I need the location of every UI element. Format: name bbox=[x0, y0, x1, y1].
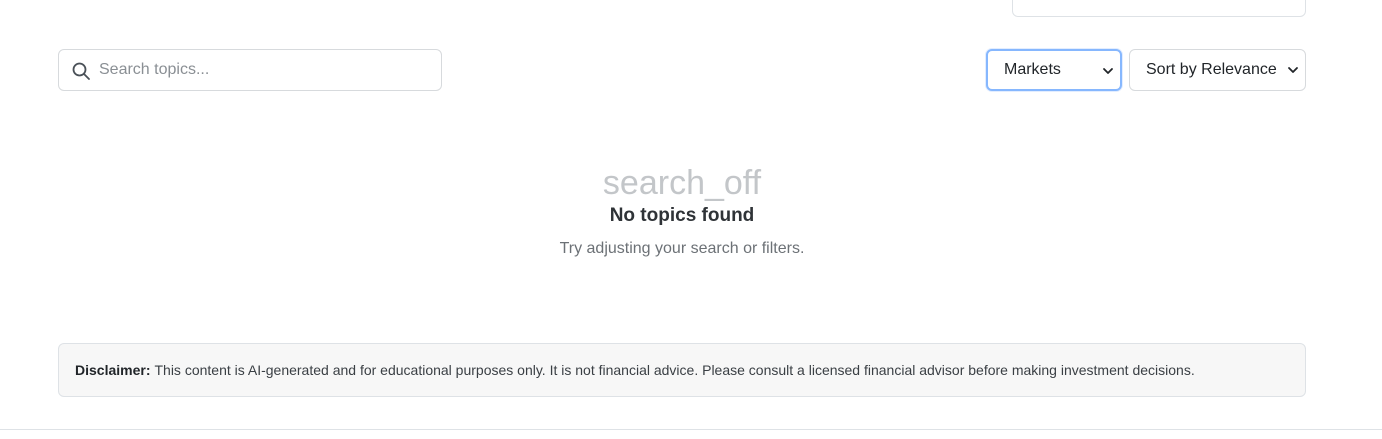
chevron-down-icon bbox=[1103, 68, 1113, 74]
empty-state-subtitle: Try adjusting your search or filters. bbox=[559, 240, 805, 257]
page: Markets Sort by Relevance search_off No … bbox=[0, 0, 1382, 439]
footer-divider bbox=[0, 429, 1382, 430]
category-select-value: Markets bbox=[1004, 61, 1061, 78]
disclaimer-label: Disclaimer: bbox=[75, 362, 151, 378]
search-off-icon: search_off bbox=[602, 164, 762, 202]
sort-select[interactable]: Sort by Relevance bbox=[1129, 49, 1306, 91]
search-icon bbox=[72, 62, 90, 80]
disclaimer-box: Disclaimer: This content is AI-generated… bbox=[58, 343, 1306, 397]
search-box[interactable] bbox=[58, 49, 442, 91]
search-input[interactable] bbox=[99, 50, 435, 90]
category-select[interactable]: Markets bbox=[986, 49, 1122, 91]
disclaimer-text: This content is AI-generated and for edu… bbox=[154, 362, 1195, 378]
sort-select-value: Sort by Relevance bbox=[1146, 61, 1277, 78]
top-partial-panel bbox=[1012, 0, 1306, 17]
empty-state: search_off No topics found Try adjusting… bbox=[0, 160, 1364, 259]
empty-state-title: No topics found bbox=[609, 205, 755, 226]
chevron-down-icon bbox=[1288, 67, 1298, 73]
